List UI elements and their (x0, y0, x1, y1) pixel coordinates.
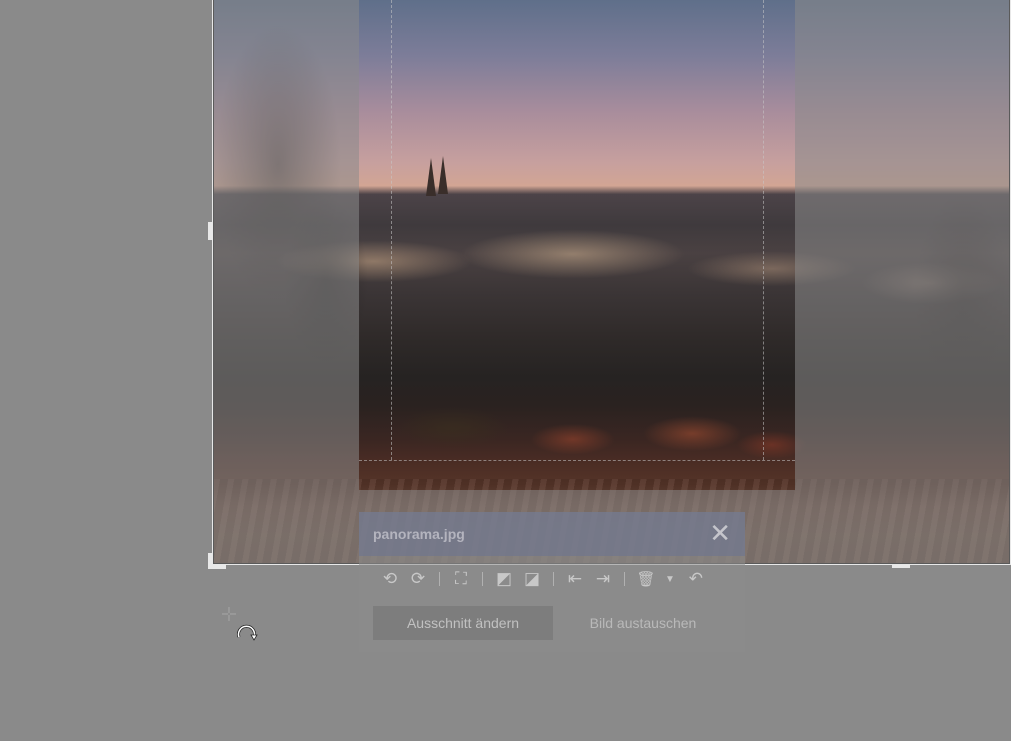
panel-toolbar: ⟲ ⟳ ⛶ ◩ ◪ ⇤ ⇥ 🗑 ▼ ↶ (379, 568, 713, 590)
change-crop-button[interactable]: Ausschnitt ändern (373, 606, 553, 640)
toolbar-separator (482, 572, 483, 586)
image-panel: panorama.jpg ✕ ⟲ ⟳ ⛶ ◩ ◪ ⇤ ⇥ 🗑 ▼ ↶ Aussc… (359, 512, 745, 652)
delete-icon[interactable]: 🗑 (635, 568, 657, 590)
toolbar-separator (439, 572, 440, 586)
resize-handle-corner[interactable] (208, 553, 212, 569)
image-frame[interactable] (212, 0, 1011, 565)
resize-handle-bottom[interactable] (892, 565, 910, 568)
rotate-cursor-icon (222, 607, 258, 641)
rotate-left-icon[interactable]: ⟲ (379, 568, 401, 590)
toolbar-separator (624, 572, 625, 586)
resize-handle-left[interactable] (208, 222, 212, 240)
toolbar-separator (553, 572, 554, 586)
delete-options-chevron-icon[interactable]: ▼ (665, 574, 675, 585)
close-icon[interactable]: ✕ (709, 519, 731, 547)
panel-header: panorama.jpg ✕ (359, 512, 745, 556)
align-right-icon[interactable]: ⇥ (592, 568, 614, 590)
undo-icon[interactable]: ↶ (685, 568, 707, 590)
align-left-icon[interactable]: ⇤ (564, 568, 586, 590)
panel-title: panorama.jpg (373, 526, 465, 542)
rotate-right-icon[interactable]: ⟳ (407, 568, 429, 590)
bring-forward-icon[interactable]: ◩ (493, 568, 515, 590)
fit-icon[interactable]: ⛶ (450, 568, 472, 590)
replace-image-button[interactable]: Bild austauschen (559, 606, 727, 640)
send-backward-icon[interactable]: ◪ (521, 568, 543, 590)
